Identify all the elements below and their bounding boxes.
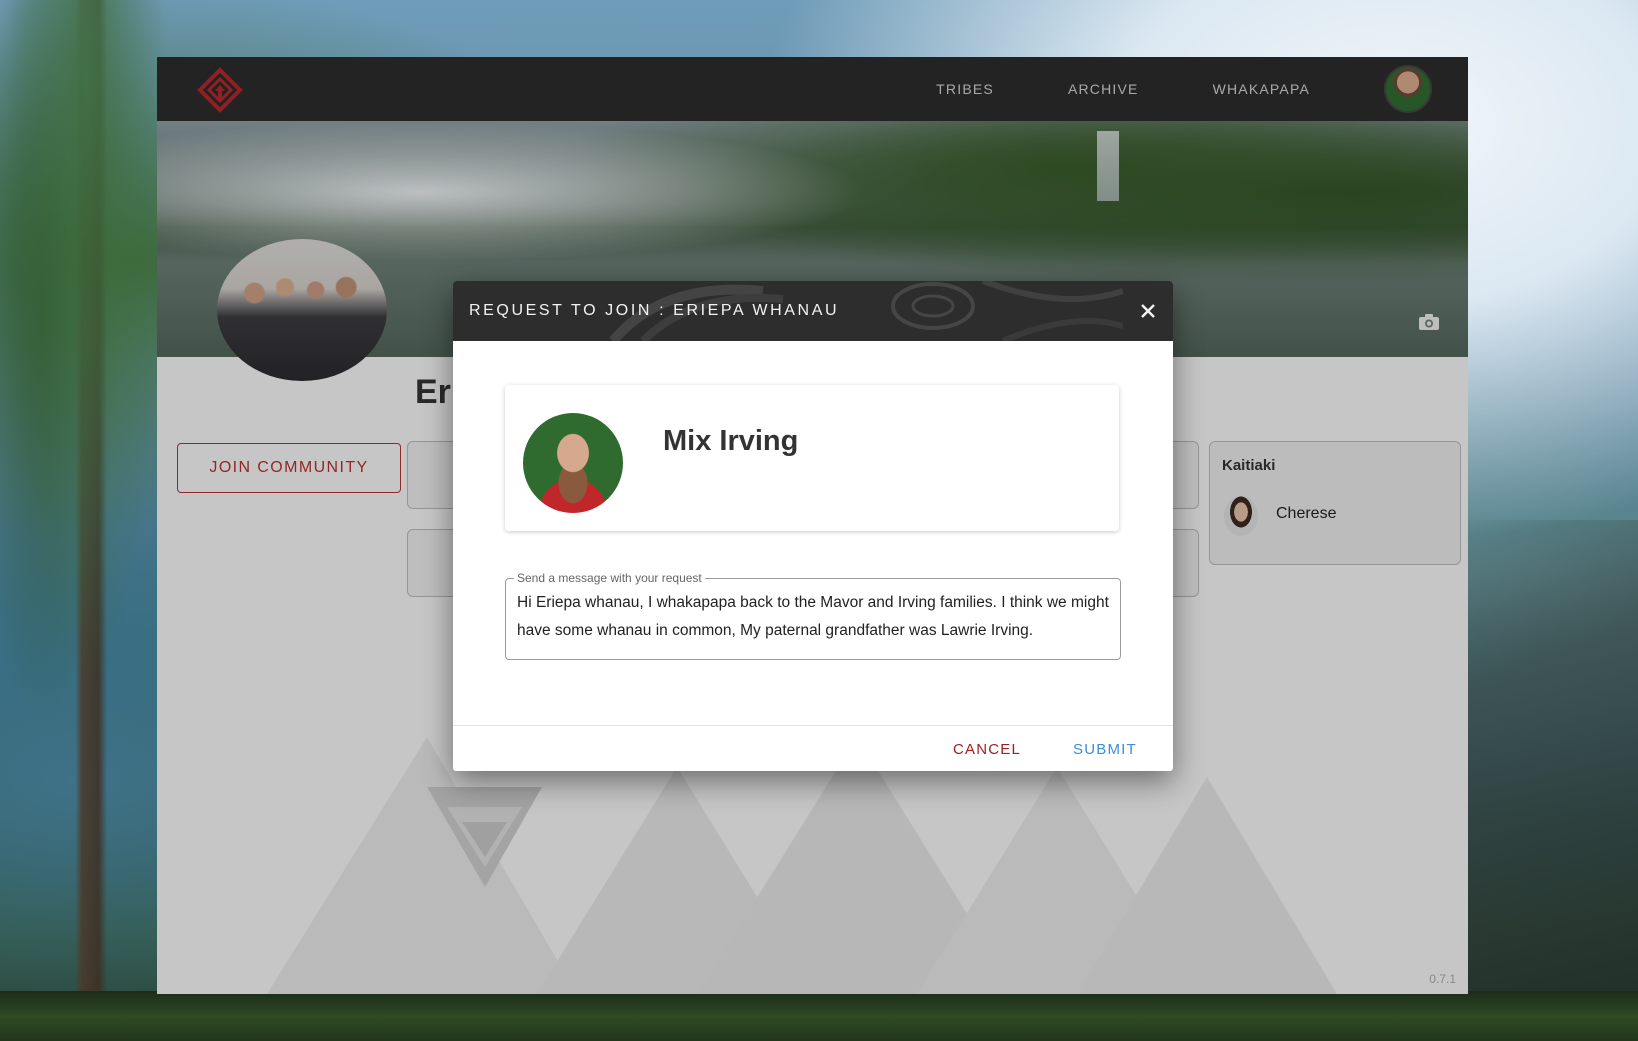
profile-name: Mix Irving <box>663 425 799 457</box>
dialog-title: REQUEST TO JOIN : ERIEPA WHANAU <box>469 302 840 319</box>
message-textarea[interactable]: Hi Eriepa whanau, I whakapapa back to th… <box>517 589 1109 645</box>
background-tree <box>0 0 170 1041</box>
submit-button[interactable]: SUBMIT <box>1073 741 1137 758</box>
cancel-button[interactable]: CANCEL <box>953 741 1021 758</box>
close-icon[interactable] <box>1137 300 1159 322</box>
background-ground <box>0 991 1638 1041</box>
request-message-field[interactable]: Send a message with your request Hi Erie… <box>505 571 1121 660</box>
version-label: 0.7.1 <box>1429 972 1456 986</box>
dialog-header: REQUEST TO JOIN : ERIEPA WHANAU <box>453 281 1173 341</box>
profile-card: Mix Irving <box>505 385 1119 531</box>
background-cliff <box>1448 520 1638 1040</box>
profile-avatar <box>523 413 623 513</box>
message-field-label: Send a message with your request <box>514 571 705 585</box>
request-join-dialog: REQUEST TO JOIN : ERIEPA WHANAU Mix Irvi… <box>453 281 1173 771</box>
dialog-footer: CANCEL SUBMIT <box>453 725 1173 771</box>
